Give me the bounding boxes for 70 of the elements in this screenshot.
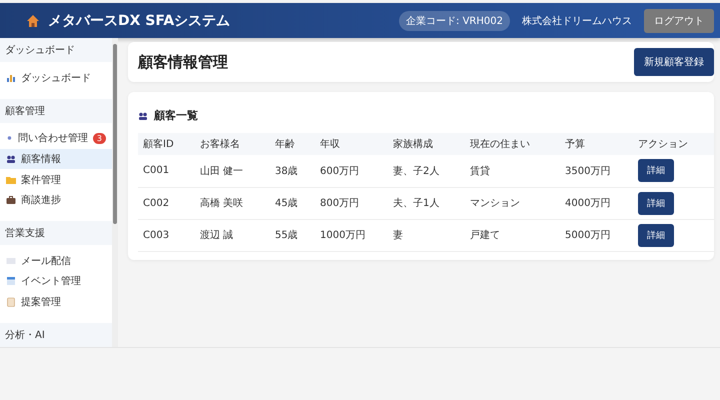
people-icon: [138, 110, 148, 120]
clipboard-icon: [6, 296, 16, 307]
folder-icon: [6, 174, 16, 184]
table-cell: 渡辺 誠: [195, 219, 270, 251]
sidebar-section-title: ダッシュボード: [0, 38, 112, 62]
people-icon: [6, 154, 16, 164]
table-cell: 1000万円: [315, 219, 388, 251]
table-cell: 38歳: [270, 155, 315, 187]
column-header: 家族構成: [388, 133, 465, 155]
briefcase-icon: [6, 195, 16, 206]
sidebar-item[interactable]: 商談進捗: [0, 190, 112, 210]
table-cell: 45歳: [270, 187, 315, 219]
table-title: 顧客一覧: [154, 108, 198, 123]
sidebar-section-title: 顧客管理: [0, 98, 112, 123]
new-customer-button[interactable]: 新規顧客登録: [634, 48, 714, 76]
bar-chart-icon: [6, 72, 16, 83]
sidebar-item[interactable]: 案件管理: [0, 169, 112, 190]
table-cell: 3500万円: [560, 155, 633, 187]
logout-button[interactable]: ログアウト: [644, 8, 714, 32]
column-header: 年収: [315, 133, 388, 155]
table-cell: 800万円: [315, 187, 388, 219]
table-cell: 夫、子1人: [388, 187, 465, 219]
sidebar-item-label: イベント管理: [21, 275, 81, 288]
app-title: メタバースDX SFAシステム: [48, 12, 232, 30]
sidebar-item[interactable]: 提案管理: [0, 292, 112, 312]
detail-button[interactable]: 詳細: [638, 159, 674, 182]
calendar-icon: [6, 276, 16, 286]
sidebar-item-label: メール配信: [21, 254, 71, 268]
table-cell: 妻、子2人: [388, 155, 465, 187]
company-code: 企業コード: VRH002: [399, 10, 510, 30]
detail-button[interactable]: 詳細: [638, 192, 674, 214]
table-cell: 戸建て: [465, 219, 560, 251]
table-cell: 4000万円: [560, 187, 633, 219]
house-icon: [26, 14, 40, 28]
table-cell: 賃貸: [465, 155, 560, 187]
table-cell: 妻: [388, 219, 465, 251]
detail-button[interactable]: 詳細: [638, 224, 674, 246]
sidebar-section-title: 営業支援: [0, 221, 112, 246]
sidebar-item-label: 顧客情報: [21, 152, 61, 166]
table-cell: 高橋 美咲: [195, 187, 270, 219]
sidebar-item[interactable]: 問い合わせ管理 3: [0, 128, 112, 149]
column-header: アクション: [633, 133, 714, 155]
count-badge: 3: [92, 132, 106, 144]
sidebar-item[interactable]: メール配信: [0, 250, 112, 272]
table-cell: 600万円: [315, 155, 388, 187]
sidebar-section-title: 分析・AI: [0, 322, 112, 347]
column-header: 現在の住まい: [465, 133, 560, 155]
table-cell: マンション: [465, 187, 560, 219]
column-header: お客様名: [195, 133, 270, 155]
column-header: 顧客ID: [138, 133, 195, 155]
table-cell: 5000万円: [560, 219, 633, 251]
column-header: 年齢: [270, 133, 315, 155]
column-header: 予算: [560, 133, 633, 155]
sidebar-item-label: 案件管理: [21, 174, 61, 186]
sidebar-item[interactable]: ダッシュボード: [0, 67, 112, 88]
table-cell: C002: [138, 187, 195, 219]
sidebar-item[interactable]: 顧客情報: [0, 148, 112, 170]
table-cell: 山田 健一: [195, 155, 270, 187]
table-cell: C001: [138, 155, 195, 187]
sidebar-item-label: 提案管理: [21, 296, 61, 309]
table-cell: 55歳: [270, 219, 315, 251]
table-cell: C003: [138, 219, 195, 251]
sidebar-item[interactable]: イベント管理: [0, 271, 112, 292]
page-title: 顧客情報管理: [138, 52, 228, 72]
sidebar-item-label: 商談進捗: [21, 194, 61, 208]
sidebar-item-label: 問い合わせ管理: [18, 132, 88, 146]
scrollbar-thumb[interactable]: [113, 44, 117, 224]
envelope-icon: [6, 256, 16, 266]
sidebar-item-label: ダッシュボード: [21, 72, 91, 85]
company-name: 株式会社ドリームハウス: [522, 14, 632, 28]
